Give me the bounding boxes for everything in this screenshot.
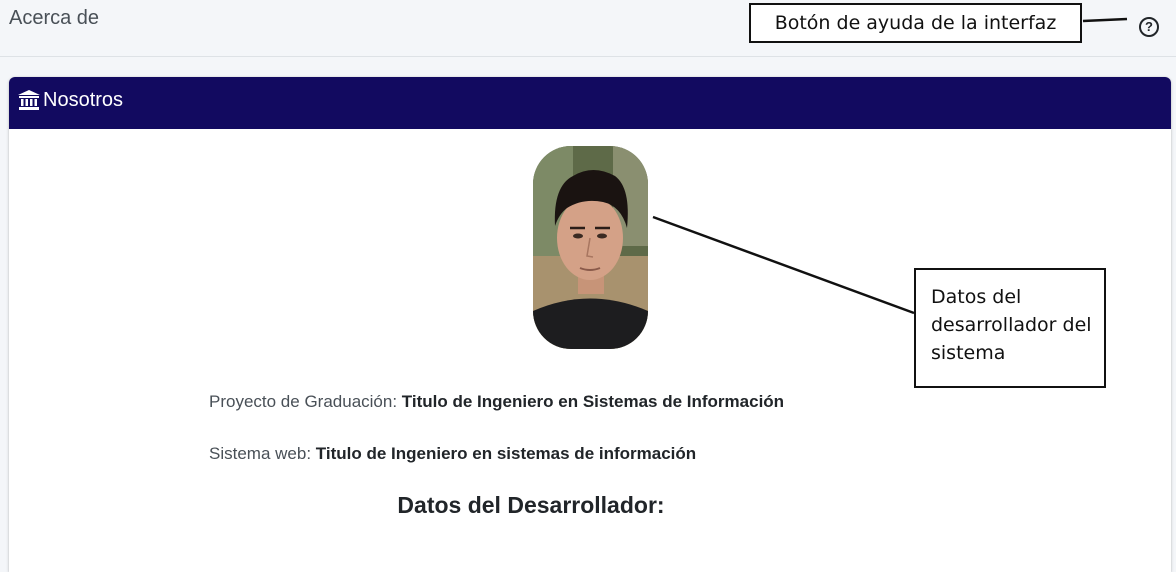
developer-photo <box>533 146 648 349</box>
card-title: Nosotros <box>43 89 124 111</box>
question-circle-icon[interactable]: ? <box>1139 17 1159 37</box>
developer-portrait-image <box>533 146 648 349</box>
system-label: Sistema web: <box>209 444 312 463</box>
project-label: Proyecto de Graduación: <box>209 392 398 411</box>
system-value: Titulo de Ingeniero en sistemas de infor… <box>315 444 697 463</box>
page-title: Acerca de <box>9 7 100 29</box>
bank-building-icon <box>18 90 40 110</box>
developer-heading: Datos del Desarrollador: <box>397 492 665 518</box>
help-button-callout: Botón de ayuda de la interfaz <box>749 3 1082 43</box>
card-header: Nosotros <box>9 77 1171 129</box>
project-info: Proyecto de Graduación: Titulo de Ingeni… <box>209 392 784 412</box>
project-value: Titulo de Ingeniero en Sistemas de Infor… <box>401 392 785 411</box>
developer-data-callout: Datos del desarrollador del sistema <box>914 268 1106 388</box>
system-info: Sistema web: Titulo de Ingeniero en sist… <box>209 444 696 464</box>
